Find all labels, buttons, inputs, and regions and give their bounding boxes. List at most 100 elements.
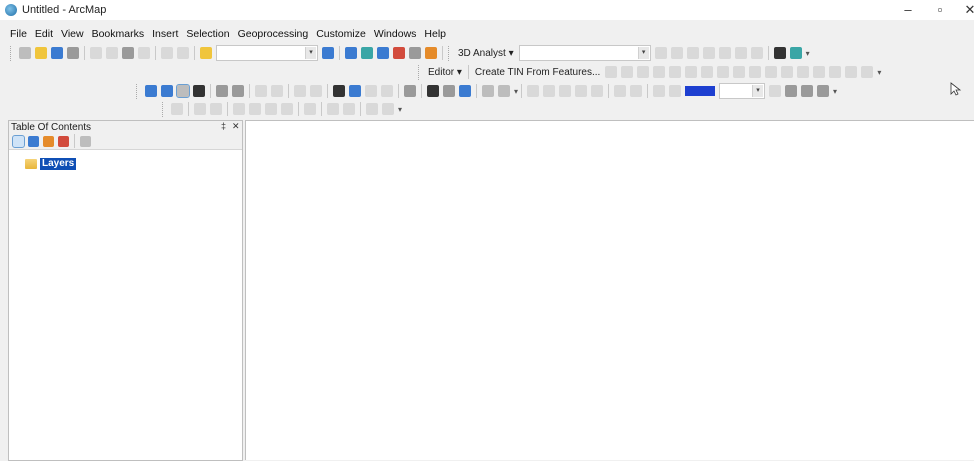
print-icon[interactable] (67, 47, 79, 59)
editor-menu[interactable]: Editor ▾ (428, 67, 462, 78)
layout-tool-icon[interactable] (382, 103, 394, 115)
draw-tool-icon[interactable] (559, 85, 572, 97)
redo-icon[interactable] (177, 47, 189, 59)
edit-tool-icon[interactable] (701, 66, 714, 78)
layout-tool-icon[interactable] (210, 103, 222, 115)
layout-tool-icon[interactable] (343, 103, 355, 115)
open-icon[interactable] (35, 47, 47, 59)
arcscene-icon[interactable] (789, 47, 802, 59)
edit-tool-icon[interactable] (797, 66, 810, 78)
time-slider-icon[interactable] (482, 85, 494, 97)
layers-data-frame[interactable]: Layers (25, 158, 77, 170)
select-elements-icon[interactable] (333, 85, 345, 97)
map-display[interactable] (245, 120, 974, 460)
menu-file[interactable]: File (0, 26, 31, 42)
3d-tool-icon[interactable] (670, 47, 683, 59)
toolbar-grip[interactable] (10, 45, 14, 61)
draw-tool-icon[interactable] (801, 85, 814, 97)
list-by-selection-icon[interactable] (58, 135, 69, 147)
3d-analyst-layer-combo[interactable]: ▾ (518, 45, 651, 61)
edit-tool-icon[interactable] (621, 66, 634, 78)
fill-color-combo[interactable]: ▾ (719, 83, 766, 99)
list-by-drawing-order-icon[interactable] (12, 134, 25, 148)
measure-icon[interactable] (404, 85, 416, 97)
fill-color-swatch[interactable] (685, 86, 716, 96)
draw-tool-icon[interactable] (543, 85, 556, 97)
maximize-button[interactable]: ▫ (925, 1, 955, 19)
edit-tool-icon[interactable] (637, 66, 650, 78)
create-tin-button[interactable]: Create TIN From Features... (475, 67, 600, 78)
toc-options-icon[interactable] (80, 135, 91, 147)
go-to-xy-icon[interactable] (459, 85, 471, 97)
html-popup-icon[interactable] (381, 85, 393, 97)
identify-icon[interactable] (349, 85, 361, 97)
layers-label[interactable]: Layers (40, 158, 77, 170)
edit-tool-icon[interactable] (605, 66, 618, 78)
cut-icon[interactable] (90, 47, 102, 59)
editor-toolbar-icon[interactable] (322, 47, 334, 59)
map-scale-combo[interactable]: ▾ (216, 45, 318, 61)
edit-tool-icon[interactable] (685, 66, 698, 78)
find-route-icon[interactable] (443, 85, 455, 97)
table-of-contents-icon[interactable] (345, 47, 357, 59)
layout-tool-icon[interactable] (327, 103, 339, 115)
new-doc-icon[interactable] (19, 47, 31, 59)
menu-bookmarks[interactable]: Bookmarks (88, 26, 149, 42)
3d-tool-icon[interactable] (686, 47, 699, 59)
draw-tool-icon[interactable] (630, 85, 643, 97)
menu-help[interactable]: Help (420, 26, 450, 42)
toc-pin-button[interactable]: ‡ (221, 121, 226, 131)
edit-tool-icon[interactable] (813, 66, 826, 78)
menu-edit[interactable]: Edit (31, 26, 57, 42)
search-window-icon[interactable] (377, 47, 389, 59)
menu-insert[interactable]: Insert (148, 26, 182, 42)
forward-extent-icon[interactable] (271, 85, 283, 97)
catalog-icon[interactable] (361, 47, 373, 59)
menu-view[interactable]: View (57, 26, 88, 42)
full-extent-icon[interactable] (193, 85, 205, 97)
viewer-icon[interactable] (498, 85, 510, 97)
3d-tool-icon[interactable] (734, 47, 747, 59)
draw-tool-icon[interactable] (527, 85, 540, 97)
fixed-zoom-in-icon[interactable] (216, 85, 228, 97)
edit-tool-icon[interactable] (749, 66, 762, 78)
draw-tool-icon[interactable] (785, 85, 798, 97)
list-by-visibility-icon[interactable] (43, 135, 54, 147)
menu-windows[interactable]: Windows (370, 26, 421, 42)
layout-tool-icon[interactable] (304, 103, 316, 115)
3d-tool-icon[interactable] (654, 47, 667, 59)
layout-tool-icon[interactable] (233, 103, 245, 115)
draw-tool-icon[interactable] (669, 85, 682, 97)
layout-tool-icon[interactable] (171, 103, 183, 115)
layout-tool-icon[interactable] (265, 103, 277, 115)
find-icon[interactable] (427, 85, 439, 97)
menu-customize[interactable]: Customize (312, 26, 370, 42)
draw-tool-icon[interactable] (591, 85, 604, 97)
arctoolbox-icon[interactable] (393, 47, 405, 59)
zoom-out-icon[interactable] (161, 85, 173, 97)
zoom-in-icon[interactable] (145, 85, 157, 97)
edit-tool-icon[interactable] (829, 66, 842, 78)
copy-icon[interactable] (106, 47, 118, 59)
edit-tool-icon[interactable] (861, 66, 874, 78)
draw-tool-icon[interactable] (817, 85, 830, 97)
arcglobe-icon[interactable] (773, 47, 786, 59)
3d-tool-icon[interactable] (718, 47, 731, 59)
3d-tool-icon[interactable] (702, 47, 715, 59)
fixed-zoom-out-icon[interactable] (232, 85, 244, 97)
edit-tool-icon[interactable] (669, 66, 682, 78)
edit-tool-icon[interactable] (781, 66, 794, 78)
add-data-icon[interactable] (200, 47, 212, 59)
layout-tool-icon[interactable] (194, 103, 206, 115)
minimize-button[interactable]: – (893, 1, 923, 19)
edit-tool-icon[interactable] (845, 66, 858, 78)
edit-tool-icon[interactable] (733, 66, 746, 78)
back-extent-icon[interactable] (255, 85, 267, 97)
undo-icon[interactable] (161, 47, 173, 59)
layout-tool-icon[interactable] (281, 103, 293, 115)
3d-tool-icon[interactable] (750, 47, 763, 59)
draw-tool-icon[interactable] (575, 85, 588, 97)
3d-analyst-menu[interactable]: 3D Analyst ▾ (458, 48, 514, 59)
close-button[interactable]: ✕ (955, 1, 974, 19)
paste-icon[interactable] (122, 47, 134, 59)
